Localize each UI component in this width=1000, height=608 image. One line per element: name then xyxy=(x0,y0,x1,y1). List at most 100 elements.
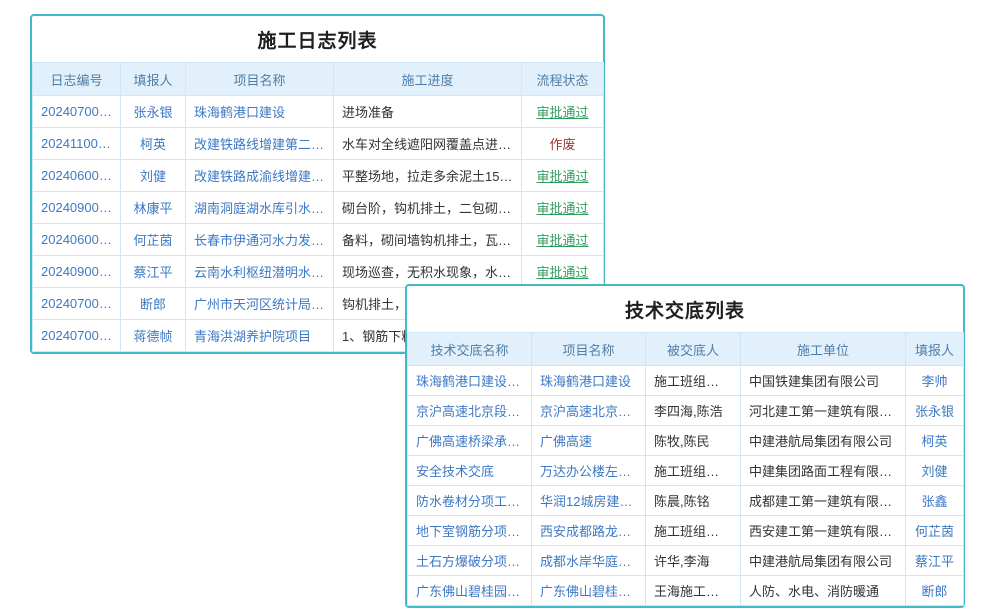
technical-disclosure-header-row: 技术交底名称 项目名称 被交底人 施工单位 填报人 xyxy=(408,333,964,366)
project-link-cell[interactable]: 云南水利枢纽潜明水库一... xyxy=(186,256,334,288)
log-id-cell[interactable]: 2024060006 xyxy=(33,160,121,192)
project-link-cell[interactable]: 长春市伊通河水力发电厂... xyxy=(186,224,334,256)
project-link-cell[interactable]: 湖南洞庭湖水库引水工程... xyxy=(186,192,334,224)
log-id-cell[interactable]: 2024090009 xyxy=(33,192,121,224)
reporter-cell[interactable]: 柯英 xyxy=(121,128,186,160)
progress-cell: 水车对全线遮阳网覆盖点进行... xyxy=(334,128,522,160)
column-header-project-name: 项目名称 xyxy=(532,333,646,366)
status-cell[interactable]: 审批通过 xyxy=(522,160,604,192)
project-link-cell[interactable]: 京沪高速北京段维修 xyxy=(532,396,646,426)
briefed-person-cell: 许华,李海 xyxy=(646,546,741,576)
progress-cell: 进场准备 xyxy=(334,96,522,128)
column-header-log-id: 日志编号 xyxy=(33,63,121,96)
project-link-cell[interactable]: 万达办公楼左侧A... xyxy=(532,456,646,486)
technical-disclosure-panel: 技术交底列表 技术交底名称 项目名称 被交底人 施工单位 填报人 珠海鹤港口建设… xyxy=(405,284,965,608)
reporter-cell[interactable]: 何芷茵 xyxy=(906,516,964,546)
project-link-cell[interactable]: 珠海鹤港口建设 xyxy=(186,96,334,128)
progress-cell: 现场巡查，无积水现象，水马... xyxy=(334,256,522,288)
briefed-person-cell: 陈晨,陈铭 xyxy=(646,486,741,516)
project-link-cell[interactable]: 广州市天河区统计局机房... xyxy=(186,288,334,320)
construction-log-header-row: 日志编号 填报人 项目名称 施工进度 流程状态 xyxy=(33,63,604,96)
construction-unit-cell: 人防、水电、消防暖通 xyxy=(741,576,906,606)
table-row: 防水卷材分项工程施...华润12城房建工...陈晨,陈铭成都建工第一建筑有限责任… xyxy=(408,486,964,516)
briefed-person-cell: 施工班组带班... xyxy=(646,366,741,396)
status-cell[interactable]: 审批通过 xyxy=(522,96,604,128)
reporter-cell[interactable]: 蔡江平 xyxy=(906,546,964,576)
briefed-person-cell: 李四海,陈浩 xyxy=(646,396,741,426)
briefed-person-cell: 施工班组带班... xyxy=(646,516,741,546)
log-id-cell[interactable]: 2024060005 xyxy=(33,224,121,256)
log-id-cell[interactable]: 2024070009 xyxy=(33,320,121,352)
log-id-cell[interactable]: 2024070011 xyxy=(33,288,121,320)
briefed-person-cell: 陈牧,陈民 xyxy=(646,426,741,456)
disclosure-name-link-cell[interactable]: 京沪高速北京段维修... xyxy=(408,396,532,426)
disclosure-name-link-cell[interactable]: 安全技术交底 xyxy=(408,456,532,486)
reporter-cell[interactable]: 断郎 xyxy=(906,576,964,606)
column-header-briefed-person: 被交底人 xyxy=(646,333,741,366)
construction-unit-cell: 成都建工第一建筑有限责任公司 xyxy=(741,486,906,516)
disclosure-name-link-cell[interactable]: 广佛高速桥梁承台施... xyxy=(408,426,532,456)
disclosure-name-link-cell[interactable]: 土石方爆破分项工程... xyxy=(408,546,532,576)
briefed-person-cell: 施工班组带班... xyxy=(646,456,741,486)
log-id-cell[interactable]: 2024090009 xyxy=(33,256,121,288)
column-header-progress: 施工进度 xyxy=(334,63,522,96)
log-id-cell[interactable]: 2024110002 xyxy=(33,128,121,160)
table-row: 广东佛山碧桂园项目...广东佛山碧桂园项目王海施工队全队人防、水电、消防暖通断郎 xyxy=(408,576,964,606)
construction-unit-cell: 河北建工第一建筑有限责任公司 xyxy=(741,396,906,426)
table-row: 2024060006刘健改建铁路成渝线增建第二...平整场地，拉走多余泥土15辆… xyxy=(33,160,604,192)
technical-disclosure-title: 技术交底列表 xyxy=(407,286,963,332)
disclosure-name-link-cell[interactable]: 珠海鹤港口建设抗浮... xyxy=(408,366,532,396)
table-row: 珠海鹤港口建设抗浮...珠海鹤港口建设施工班组带班...中国铁建集团有限公司李帅 xyxy=(408,366,964,396)
construction-unit-cell: 中建港航局集团有限公司 xyxy=(741,546,906,576)
column-header-reporter: 填报人 xyxy=(906,333,964,366)
reporter-cell[interactable]: 张永银 xyxy=(121,96,186,128)
table-row: 2024090009林康平湖南洞庭湖水库引水工程...砌台阶，钩机排土，二包砌间… xyxy=(33,192,604,224)
construction-unit-cell: 中建港航局集团有限公司 xyxy=(741,426,906,456)
project-link-cell[interactable]: 广东佛山碧桂园项目 xyxy=(532,576,646,606)
status-cell[interactable]: 作废 xyxy=(522,128,604,160)
construction-log-title: 施工日志列表 xyxy=(32,16,603,62)
project-link-cell[interactable]: 成都水岸华庭名苑... xyxy=(532,546,646,576)
status-cell[interactable]: 审批通过 xyxy=(522,256,604,288)
reporter-cell[interactable]: 断郎 xyxy=(121,288,186,320)
reporter-cell[interactable]: 蔡江平 xyxy=(121,256,186,288)
progress-cell: 平整场地，拉走多余泥土15辆... xyxy=(334,160,522,192)
project-link-cell[interactable]: 西安成都路龙湖上... xyxy=(532,516,646,546)
table-row: 地下室钢筋分项工程...西安成都路龙湖上...施工班组带班...西安建工第一建筑… xyxy=(408,516,964,546)
column-header-flow-status: 流程状态 xyxy=(522,63,604,96)
project-link-cell[interactable]: 珠海鹤港口建设 xyxy=(532,366,646,396)
table-row: 2024070011张永银珠海鹤港口建设进场准备审批通过 xyxy=(33,96,604,128)
column-header-project-name: 项目名称 xyxy=(186,63,334,96)
construction-unit-cell: 中国铁建集团有限公司 xyxy=(741,366,906,396)
status-cell[interactable]: 审批通过 xyxy=(522,224,604,256)
reporter-cell[interactable]: 刘健 xyxy=(121,160,186,192)
disclosure-name-link-cell[interactable]: 广东佛山碧桂园项目... xyxy=(408,576,532,606)
table-row: 广佛高速桥梁承台施...广佛高速陈牧,陈民中建港航局集团有限公司柯英 xyxy=(408,426,964,456)
reporter-cell[interactable]: 林康平 xyxy=(121,192,186,224)
table-row: 安全技术交底万达办公楼左侧A...施工班组带班...中建集团路面工程有限公司刘健 xyxy=(408,456,964,486)
table-row: 2024110002柯英改建铁路线增建第二线直...水车对全线遮阳网覆盖点进行.… xyxy=(33,128,604,160)
disclosure-name-link-cell[interactable]: 防水卷材分项工程施... xyxy=(408,486,532,516)
reporter-cell[interactable]: 刘健 xyxy=(906,456,964,486)
reporter-cell[interactable]: 张鑫 xyxy=(906,486,964,516)
reporter-cell[interactable]: 柯英 xyxy=(906,426,964,456)
project-link-cell[interactable]: 华润12城房建工... xyxy=(532,486,646,516)
column-header-reporter: 填报人 xyxy=(121,63,186,96)
construction-unit-cell: 中建集团路面工程有限公司 xyxy=(741,456,906,486)
reporter-cell[interactable]: 张永银 xyxy=(906,396,964,426)
reporter-cell[interactable]: 蒋德帧 xyxy=(121,320,186,352)
log-id-cell[interactable]: 2024070011 xyxy=(33,96,121,128)
project-link-cell[interactable]: 广佛高速 xyxy=(532,426,646,456)
project-link-cell[interactable]: 青海洪湖养护院项目 xyxy=(186,320,334,352)
disclosure-name-link-cell[interactable]: 地下室钢筋分项工程... xyxy=(408,516,532,546)
column-header-disclosure-name: 技术交底名称 xyxy=(408,333,532,366)
status-cell[interactable]: 审批通过 xyxy=(522,192,604,224)
reporter-cell[interactable]: 李帅 xyxy=(906,366,964,396)
project-link-cell[interactable]: 改建铁路线增建第二线直... xyxy=(186,128,334,160)
table-row: 2024090009蔡江平云南水利枢纽潜明水库一...现场巡查，无积水现象，水马… xyxy=(33,256,604,288)
technical-disclosure-body: 珠海鹤港口建设抗浮...珠海鹤港口建设施工班组带班...中国铁建集团有限公司李帅… xyxy=(408,366,964,606)
project-link-cell[interactable]: 改建铁路成渝线增建第二... xyxy=(186,160,334,192)
table-row: 京沪高速北京段维修...京沪高速北京段维修李四海,陈浩河北建工第一建筑有限责任公… xyxy=(408,396,964,426)
reporter-cell[interactable]: 何芷茵 xyxy=(121,224,186,256)
column-header-construction-unit: 施工单位 xyxy=(741,333,906,366)
